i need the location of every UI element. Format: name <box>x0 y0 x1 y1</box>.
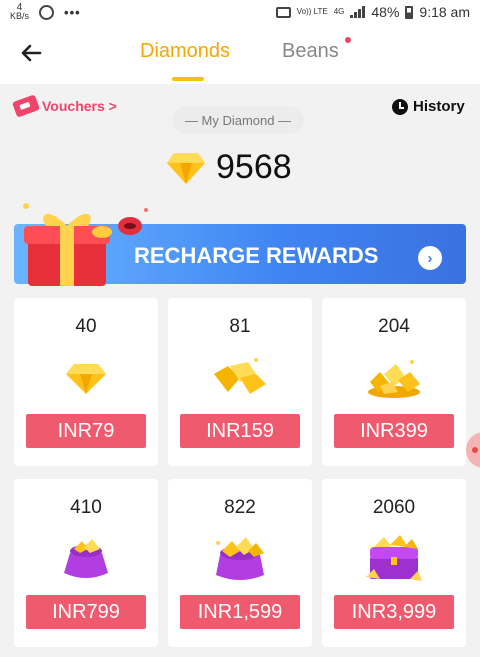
gift-box-icon <box>23 203 148 286</box>
voucher-ticket-icon <box>11 94 41 118</box>
volte-indicator: Vo)) LTE <box>296 7 328 16</box>
history-label: History <box>413 98 465 115</box>
treasure-chest-icon <box>366 535 422 581</box>
package-amount: 204 <box>378 316 410 337</box>
buy-button[interactable]: INR3,999 <box>334 595 454 629</box>
history-button[interactable]: History <box>392 98 465 115</box>
buy-button[interactable]: INR799 <box>26 595 146 629</box>
banner-arrow-icon[interactable]: › <box>418 246 442 270</box>
diamond-balance: 9568 <box>166 148 292 187</box>
buy-button[interactable]: INR1,599 <box>180 595 300 629</box>
diamond-sack-icon <box>216 537 264 580</box>
package-card[interactable]: 2060 INR3,999 <box>322 479 466 647</box>
buy-button[interactable]: INR79 <box>26 414 146 448</box>
whatsapp-icon <box>39 4 55 20</box>
network-speed: 4 KB/s <box>10 2 30 21</box>
network-type: 4G <box>333 7 345 16</box>
floating-side-handle[interactable] <box>466 432 480 468</box>
tab-beans[interactable]: Beans <box>282 40 339 63</box>
package-card[interactable]: 822 INR1,599 <box>168 479 312 647</box>
package-card[interactable]: 410 INR799 <box>14 479 158 647</box>
back-arrow-icon[interactable] <box>16 38 46 68</box>
battery-icon <box>405 5 414 19</box>
banner-label: RECHARGE REWARDS <box>134 243 379 268</box>
buy-button[interactable]: INR159 <box>180 414 300 448</box>
package-card[interactable]: 40 INR79 <box>14 298 158 466</box>
package-card[interactable]: 204 INR399 <box>322 298 466 466</box>
diamond-heap-icon <box>368 360 420 398</box>
my-diamond-label: — My Diamond — <box>172 107 304 133</box>
vouchers-link[interactable]: Vouchers > <box>11 94 117 118</box>
clock-time: 9:18 am <box>419 4 470 20</box>
tab-diamonds[interactable]: Diamonds <box>140 40 230 63</box>
clock-icon <box>392 98 408 115</box>
package-amount: 40 <box>75 316 97 337</box>
package-amount: 2060 <box>372 497 416 518</box>
diamond-icon <box>167 152 205 184</box>
buy-button[interactable]: INR399 <box>334 414 454 448</box>
package-card[interactable]: 81 INR159 <box>168 298 312 466</box>
active-tab-indicator <box>172 77 204 81</box>
signal-icon <box>350 6 366 18</box>
more-notifications-icon: ••• <box>64 4 81 20</box>
vouchers-label: Vouchers > <box>42 98 117 114</box>
single-diamond-icon <box>66 364 106 394</box>
diamond-pile-icon <box>214 358 266 394</box>
status-bar: 4 KB/s ••• Vo)) LTE 4G 48% 9:18 am <box>0 0 480 24</box>
beans-notification-dot <box>345 37 351 43</box>
cast-icon <box>275 6 291 18</box>
top-bar: Diamonds Beans <box>0 24 480 84</box>
package-amount: 822 <box>224 497 256 518</box>
package-amount: 81 <box>229 316 251 337</box>
package-amount: 410 <box>70 497 102 518</box>
battery-percent: 48% <box>371 4 400 20</box>
diamond-bag-icon <box>64 539 108 578</box>
balance-value: 9568 <box>216 148 292 186</box>
